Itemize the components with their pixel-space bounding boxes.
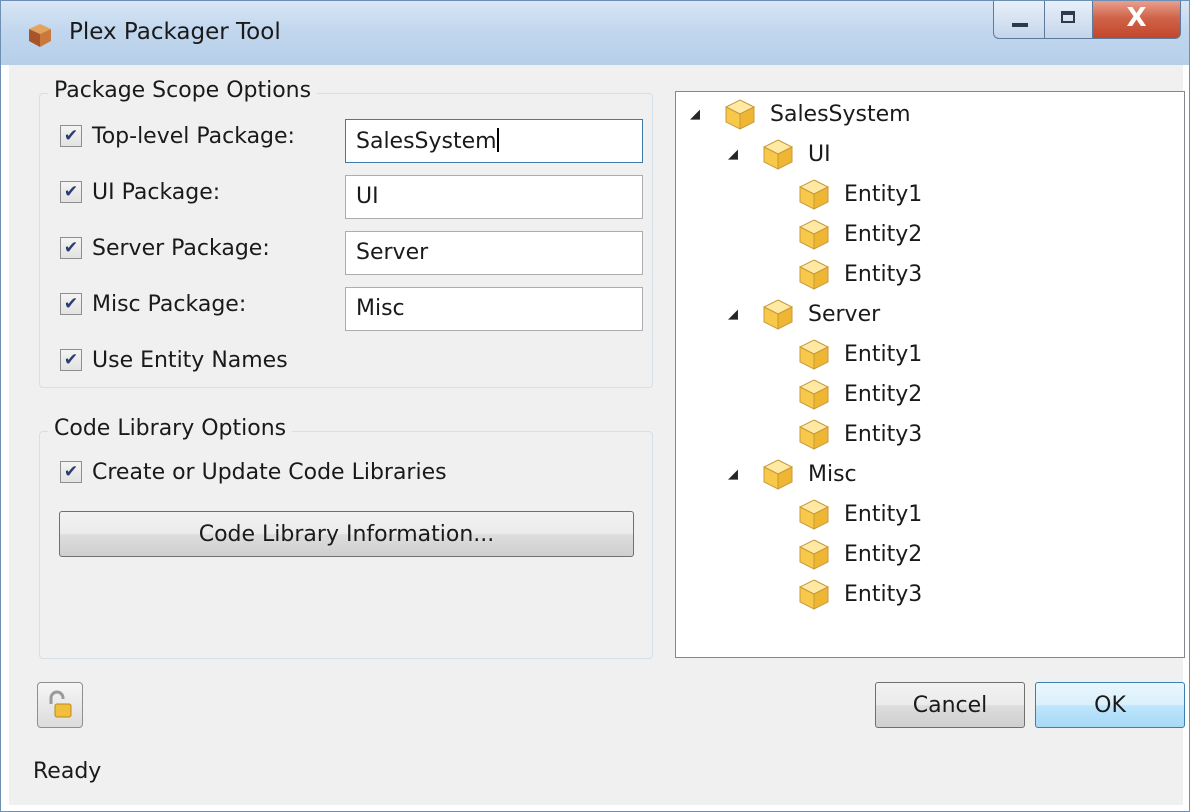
tree-node-label: Entity1 xyxy=(844,181,923,207)
checkmark-icon: ✔ xyxy=(63,461,79,482)
text-caret xyxy=(496,128,499,152)
tree-node-label: Entity1 xyxy=(844,341,923,367)
tree-node-misc-entity1[interactable]: Entity1 xyxy=(796,496,922,532)
tree-node-ui[interactable]: ◢ UI xyxy=(728,136,831,172)
package-cube-icon xyxy=(798,259,830,290)
misc-package-option[interactable]: ✔ Misc Package: xyxy=(60,288,246,320)
tree-node-label: UI xyxy=(808,141,831,167)
package-scope-title: Package Scope Options xyxy=(48,78,318,103)
tree-node-label: Entity3 xyxy=(844,261,923,287)
package-box-icon xyxy=(29,24,51,47)
top-level-package-option[interactable]: ✔ Top-level Package: xyxy=(60,120,295,152)
window-title: Plex Packager Tool xyxy=(69,19,281,45)
top-level-package-value: SalesSystem xyxy=(356,129,497,154)
client-area: Package Scope Options ✔ Top-level Packag… xyxy=(9,65,1185,739)
cancel-button[interactable]: Cancel xyxy=(875,682,1025,728)
tree-node-server-entity2[interactable]: Entity2 xyxy=(796,376,922,412)
package-cube-icon xyxy=(762,299,794,330)
create-update-libraries-option[interactable]: ✔ Create or Update Code Libraries xyxy=(60,456,447,488)
tree-node-server[interactable]: ◢ Server xyxy=(728,296,880,332)
tree-node-label: Entity3 xyxy=(844,581,923,607)
tree-node-label: Entity2 xyxy=(844,541,923,567)
tree-node-salessystem[interactable]: ◢ SalesSystem xyxy=(690,96,911,132)
package-cube-icon xyxy=(798,539,830,570)
maximize-icon xyxy=(1061,11,1075,23)
lock-toggle-button[interactable] xyxy=(37,682,83,728)
ui-package-option[interactable]: ✔ UI Package: xyxy=(60,176,220,208)
package-cube-icon xyxy=(724,99,756,130)
tree-node-misc-entity2[interactable]: Entity2 xyxy=(796,536,922,572)
package-scope-group: Package Scope Options ✔ Top-level Packag… xyxy=(39,78,653,388)
tree-node-server-entity1[interactable]: Entity1 xyxy=(796,336,922,372)
checkmark-icon: ✔ xyxy=(63,293,79,314)
tree-node-label: Entity2 xyxy=(844,381,923,407)
server-package-checkbox[interactable]: ✔ xyxy=(60,237,82,259)
package-cube-icon xyxy=(762,139,794,170)
expander-icon[interactable]: ◢ xyxy=(690,107,708,122)
server-package-label: Server Package: xyxy=(92,235,270,261)
minimize-button[interactable] xyxy=(993,1,1045,39)
package-cube-icon xyxy=(798,419,830,450)
ui-package-input[interactable]: UI xyxy=(345,175,643,219)
minimize-icon xyxy=(1012,23,1028,27)
package-cube-icon xyxy=(798,499,830,530)
top-level-package-label: Top-level Package: xyxy=(92,123,295,149)
tree-node-ui-entity2[interactable]: Entity2 xyxy=(796,216,922,252)
misc-package-label: Misc Package: xyxy=(92,291,247,317)
checkmark-icon: ✔ xyxy=(63,181,79,202)
use-entity-names-option[interactable]: ✔ Use Entity Names xyxy=(60,344,288,376)
window-controls: X xyxy=(993,1,1181,39)
use-entity-names-checkbox[interactable]: ✔ xyxy=(60,349,82,371)
close-button[interactable]: X xyxy=(1093,1,1181,39)
package-cube-icon xyxy=(798,579,830,610)
code-library-information-button[interactable]: Code Library Information... xyxy=(59,511,634,557)
status-text: Ready xyxy=(33,759,102,784)
tree-node-label: Server xyxy=(808,301,881,327)
close-icon: X xyxy=(1126,3,1147,33)
package-tree[interactable]: ◢ SalesSystem ◢ UI Entity1 Entity2 Entit… xyxy=(675,91,1185,658)
status-bar: Ready xyxy=(9,739,1183,805)
misc-package-input[interactable]: Misc xyxy=(345,287,643,331)
package-cube-icon xyxy=(798,379,830,410)
ok-button[interactable]: OK xyxy=(1035,682,1185,728)
package-cube-icon xyxy=(762,459,794,490)
checkmark-icon: ✔ xyxy=(63,237,79,258)
ui-package-checkbox[interactable]: ✔ xyxy=(60,181,82,203)
tree-node-ui-entity1[interactable]: Entity1 xyxy=(796,176,922,212)
tree-node-label: Misc xyxy=(808,461,857,487)
use-entity-names-label: Use Entity Names xyxy=(92,347,288,373)
maximize-button[interactable] xyxy=(1045,1,1093,39)
server-package-input[interactable]: Server xyxy=(345,231,643,275)
expander-icon[interactable]: ◢ xyxy=(728,147,746,162)
tree-node-ui-entity3[interactable]: Entity3 xyxy=(796,256,922,292)
tree-node-label: Entity1 xyxy=(844,501,923,527)
checkmark-icon: ✔ xyxy=(63,125,79,146)
package-cube-icon xyxy=(798,219,830,250)
plex-packager-window: Plex Packager Tool X Package Scope Optio… xyxy=(0,0,1190,812)
code-library-title: Code Library Options xyxy=(48,416,293,441)
create-update-libraries-label: Create or Update Code Libraries xyxy=(92,459,447,485)
top-level-package-checkbox[interactable]: ✔ xyxy=(60,125,82,147)
expander-icon[interactable]: ◢ xyxy=(728,307,746,322)
tree-node-label: Entity3 xyxy=(844,421,923,447)
ui-package-label: UI Package: xyxy=(92,179,221,205)
tree-node-label: SalesSystem xyxy=(770,101,911,127)
server-package-option[interactable]: ✔ Server Package: xyxy=(60,232,270,264)
checkmark-icon: ✔ xyxy=(63,349,79,370)
package-cube-icon xyxy=(798,179,830,210)
package-cube-icon xyxy=(798,339,830,370)
misc-package-checkbox[interactable]: ✔ xyxy=(60,293,82,315)
top-level-package-input[interactable]: SalesSystem xyxy=(345,119,643,163)
tree-node-misc[interactable]: ◢ Misc xyxy=(728,456,857,492)
tree-node-misc-entity3[interactable]: Entity3 xyxy=(796,576,922,612)
unlocked-padlock-icon xyxy=(49,690,72,718)
code-library-group: Code Library Options ✔ Create or Update … xyxy=(39,416,653,659)
tree-node-label: Entity2 xyxy=(844,221,923,247)
title-bar[interactable]: Plex Packager Tool X xyxy=(1,1,1189,65)
tree-node-server-entity3[interactable]: Entity3 xyxy=(796,416,922,452)
expander-icon[interactable]: ◢ xyxy=(728,467,746,482)
create-update-libraries-checkbox[interactable]: ✔ xyxy=(60,461,82,483)
